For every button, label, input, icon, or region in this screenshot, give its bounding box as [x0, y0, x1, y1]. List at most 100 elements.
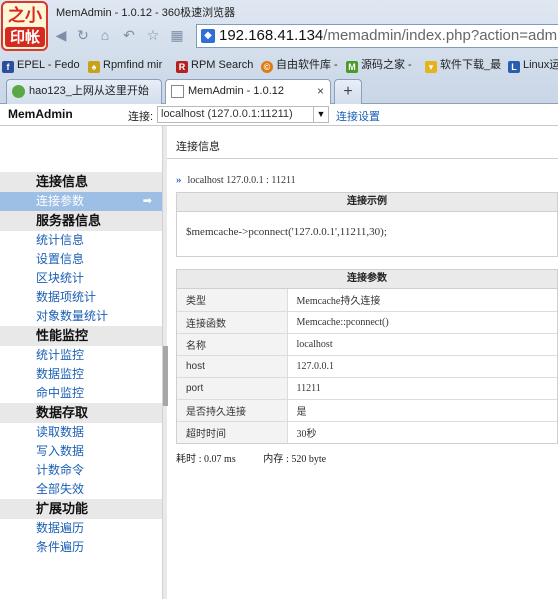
param-key: 超时时间 [177, 420, 288, 443]
param-value: 127.0.0.1 [287, 354, 557, 377]
tab-bar: hao123_上网从这里开始 MemAdmin - 1.0.12 × + [0, 79, 558, 105]
sidebar-item-connection-params[interactable]: 连接参数 ➡ [0, 192, 162, 211]
table-row: 超时时间 30秒 [177, 420, 557, 443]
refresh-icon[interactable]: ↻ [74, 26, 92, 44]
sidebar-menu: 连接信息 连接参数 ➡ 服务器信息 统计信息 设置信息 区块统计 数据项统计 对… [0, 172, 162, 557]
bookmarks-bar: f EPEL - Fedo ♠ Rpmfind mir R RPM Search © 自… [0, 54, 558, 76]
connection-params-title: 连接参数 [177, 270, 557, 289]
bookmark-freesoft[interactable]: © 自由软件库 - [261, 57, 338, 73]
sidebar-item-data-monitor[interactable]: 数据监控 [0, 365, 162, 384]
home-icon[interactable]: ⌂ [96, 26, 114, 44]
title-divider [167, 158, 558, 159]
sidebar-group-data: 数据存取 [0, 403, 162, 423]
window-title: MemAdmin - 1.0.12 - 360极速浏览器 [56, 7, 236, 19]
address-bar[interactable]: ◆ 192.168.41.134/memadmin/index.php?acti… [196, 24, 558, 48]
param-value: 11211 [287, 376, 557, 399]
sidebar-item-set[interactable]: 写入数据 [0, 442, 162, 461]
connection-example-panel: 连接示例 $memcache->pconnect('127.0.0.1',112… [176, 192, 558, 257]
table-row: 名称 localhost [177, 332, 557, 355]
param-key: 类型 [177, 289, 288, 311]
hao123-icon [12, 85, 25, 98]
main-content: 连接信息 » localhost 127.0.0.1 : 11211 连接示例 $… [167, 126, 558, 599]
double-chevron-icon: » [176, 174, 182, 186]
sidebar-item-settings[interactable]: 设置信息 [0, 250, 162, 269]
params-table: 类型 Memcache持久连接 连接函数 Memcache::pconnect() … [177, 289, 557, 443]
sidebar-group-connection: 连接信息 [0, 172, 162, 192]
sidebar-item-traverse[interactable]: 数据遍历 [0, 519, 162, 538]
star-icon[interactable]: ☆ [144, 26, 162, 44]
time-label: 耗时 [176, 454, 196, 465]
sidebar-item-stats-monitor[interactable]: 统计监控 [0, 346, 162, 365]
undo-icon[interactable]: ↶ [120, 26, 138, 44]
param-value: 是 [287, 398, 557, 421]
site-icon: ◆ [201, 29, 215, 43]
browser-logo: 之小 印帐 [1, 1, 48, 51]
fedora-icon: f [2, 61, 14, 73]
arrow-right-icon: ➡ [142, 195, 152, 207]
param-key: 是否持久连接 [177, 398, 288, 421]
sidebar-item-flush[interactable]: 全部失效 [0, 480, 162, 499]
table-row: 连接函数 Memcache::pconnect() [177, 310, 557, 333]
logo-text-bottom: 印帐 [5, 27, 45, 47]
bookmark-linux[interactable]: L Linux运 [508, 57, 558, 73]
mcode-icon: M [346, 61, 358, 73]
linux-icon: L [508, 61, 520, 73]
server-text: localhost 127.0.0.1 : 11211 [187, 175, 296, 186]
browser-chrome: 之小 印帐 MemAdmin - 1.0.12 - 360极速浏览器 ◀ ↻ ⌂… [0, 0, 558, 105]
page-stats: 耗时 : 0.07 ms 内存 : 520 byte [176, 450, 326, 465]
sidebar-item-items[interactable]: 数据项统计 [0, 288, 162, 307]
param-value: Memcache::pconnect() [287, 310, 557, 333]
connection-value: localhost (127.0.0.1:11211) [161, 108, 293, 120]
sidebar-item-label: 连接参数 [36, 194, 85, 208]
sidebar-item-stats[interactable]: 统计信息 [0, 231, 162, 250]
bookmark-epel[interactable]: f EPEL - Fedo [2, 57, 80, 73]
sidebar-item-hit-monitor[interactable]: 命中监控 [0, 384, 162, 403]
new-tab-button[interactable]: + [334, 79, 362, 104]
close-tab-icon[interactable]: × [317, 80, 324, 103]
sidebar-item-slabs[interactable]: 区块统计 [0, 269, 162, 288]
param-key: 连接函数 [177, 310, 288, 333]
server-info: » localhost 127.0.0.1 : 11211 [176, 174, 296, 186]
app-topbar: MemAdmin 连接: localhost (127.0.0.1:11211)… [0, 104, 558, 126]
table-row: 是否持久连接是 [177, 398, 557, 421]
table-row: port 11211 [177, 376, 557, 399]
bookmark-mcode[interactable]: M 源码之家 - [346, 57, 412, 73]
address-text[interactable]: 192.168.41.134/memadmin/index.php?action… [219, 27, 558, 44]
logo-text-top: 之小 [8, 6, 42, 26]
time-value: : 0.07 ms [198, 454, 236, 465]
app-brand: MemAdmin [8, 107, 73, 121]
rpm-icon: R [176, 61, 188, 73]
param-value: 30秒 [287, 420, 557, 443]
sidebar-item-get[interactable]: 读取数据 [0, 423, 162, 442]
tab-hao123[interactable]: hao123_上网从这里开始 [6, 79, 162, 104]
sidebar-group-monitor: 性能监控 [0, 326, 162, 346]
bookmark-rpmfind[interactable]: ♠ Rpmfind mir [88, 57, 162, 73]
back-icon[interactable]: ◀ [52, 26, 70, 44]
param-value: Memcache持久连接 [296, 296, 381, 308]
bookmark-download[interactable]: ▾ 软件下载_最 [425, 57, 501, 73]
grid-icon[interactable]: ▦ [168, 26, 186, 44]
table-row: host 127.0.0.1 [177, 354, 557, 377]
sidebar: 连接信息 连接参数 ➡ 服务器信息 统计信息 设置信息 区块统计 数据项统计 对… [0, 126, 162, 599]
tab-label: hao123_上网从这里开始 [29, 85, 149, 97]
memory-value: : 520 byte [286, 454, 327, 465]
sidebar-item-count[interactable]: 计数命令 [0, 461, 162, 480]
connection-select[interactable]: localhost (127.0.0.1:11211) ▼ [157, 106, 329, 123]
table-row: 类型 Memcache持久连接 [177, 289, 557, 311]
bookmark-rpm-search[interactable]: R RPM Search [176, 57, 253, 73]
freesoft-icon: © [261, 61, 273, 73]
connection-example-code: $memcache->pconnect('127.0.0.1',11211,30… [186, 226, 387, 238]
param-key: port [177, 376, 288, 399]
sidebar-item-filter-traverse[interactable]: 条件遍历 [0, 538, 162, 557]
sidebar-item-sizes[interactable]: 对象数量统计 [0, 307, 162, 326]
connection-example-title: 连接示例 [177, 193, 557, 212]
connection-settings-link[interactable]: 连接设置 [336, 108, 380, 124]
page-title: 连接信息 [176, 141, 220, 153]
param-key: host [177, 354, 288, 377]
rpmfind-icon: ♠ [88, 61, 100, 73]
connection-params-panel: 连接参数 类型 Memcache持久连接 连接函数 Memcache::pconne… [176, 269, 558, 444]
chevron-down-icon[interactable]: ▼ [313, 107, 328, 122]
tab-memadmin[interactable]: MemAdmin - 1.0.12 × [165, 79, 331, 105]
memory-label: 内存 [263, 454, 284, 465]
download-icon: ▾ [425, 61, 437, 73]
